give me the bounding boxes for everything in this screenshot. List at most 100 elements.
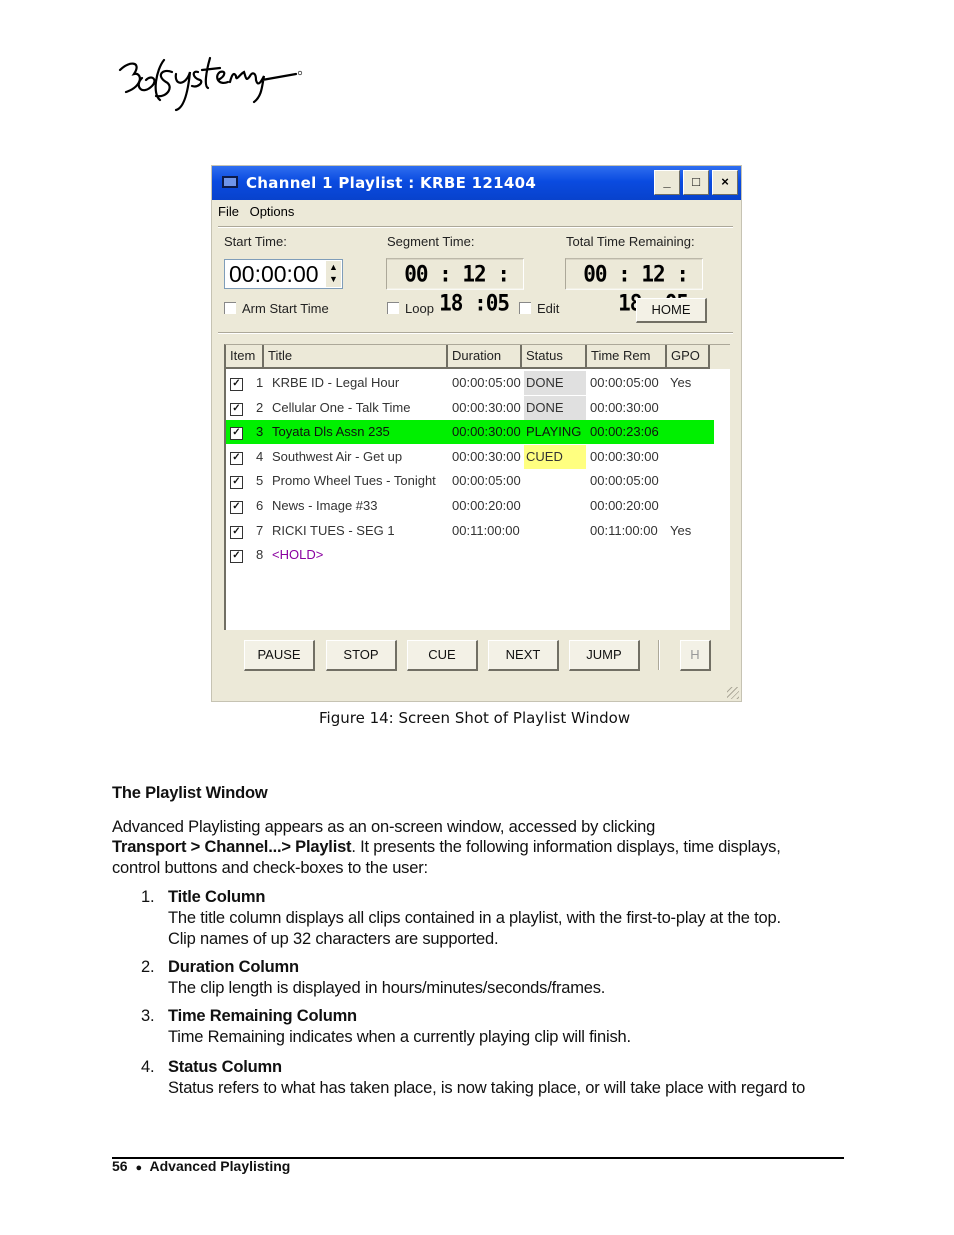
checkbox-checked-icon[interactable]: ✓ xyxy=(230,402,243,416)
pause-button[interactable]: PAUSE xyxy=(244,640,315,671)
edit-label: Edit xyxy=(537,301,560,316)
clip-time-remaining: 00:00:05:00 xyxy=(590,375,659,390)
clip-status xyxy=(524,519,586,543)
table-row[interactable]: ✓ 7 RICKI TUES - SEG 1 00:11:00:00 00:11:00:… xyxy=(226,519,714,543)
clip-time-remaining: 00:00:30:00 xyxy=(590,399,659,415)
list-item-text: Status refers to what has taken place, i… xyxy=(168,1079,806,1097)
intro-line-3: control buttons and check-boxes to the u… xyxy=(112,859,428,877)
bullet-icon: ● xyxy=(135,1162,143,1174)
home-button[interactable]: HOME xyxy=(636,298,707,323)
next-button[interactable]: NEXT xyxy=(488,640,559,671)
checkbox-checked-icon[interactable]: ✓ xyxy=(230,525,243,539)
stop-button[interactable]: STOP xyxy=(326,640,397,671)
start-time-spinner[interactable]: 00:00:00 ▲ ▼ xyxy=(224,259,343,289)
arm-start-time-label: Arm Start Time xyxy=(242,301,329,316)
checkbox-checked-icon[interactable]: ✓ xyxy=(230,550,243,564)
table-row[interactable]: ✓ 5 Promo Wheel Tues - Tonight 00:00:05:00 0… xyxy=(226,469,714,493)
clip-title: Toyata Dls Assn 235 xyxy=(272,424,390,440)
list-number: 4. xyxy=(141,1058,155,1076)
list-item-text: Clip names of up 32 characters are suppo… xyxy=(168,930,499,948)
list-number: 2. xyxy=(141,958,155,976)
clip-duration: 00:00:20:00 xyxy=(452,498,521,513)
list-item-text: Time Remaining indicates when a currentl… xyxy=(168,1028,631,1046)
item-number: 4 xyxy=(256,448,264,464)
checkbox-unchecked-icon[interactable] xyxy=(387,302,399,314)
column-header-item[interactable]: Item xyxy=(226,345,264,369)
clip-time-remaining: 00:00:05:00 xyxy=(590,473,659,489)
column-header-time-rem[interactable]: Time Rem xyxy=(587,345,667,369)
clip-status xyxy=(524,469,586,493)
menu-bar: File Options xyxy=(218,204,301,219)
column-header-status[interactable]: Status xyxy=(522,345,587,369)
loop-checkbox[interactable]: Loop xyxy=(387,301,434,316)
title-bar[interactable]: Channel 1 Playlist : KRBE 121404 _ □ × xyxy=(212,166,741,200)
intro-line-1: Advanced Playlisting appears as an on-sc… xyxy=(112,818,656,836)
edit-checkbox[interactable]: Edit xyxy=(519,301,559,316)
playlist-table[interactable]: Item Title Duration Status Time Rem GPO … xyxy=(224,344,730,630)
checkbox-unchecked-icon[interactable] xyxy=(519,302,531,314)
total-time-remaining-display: 00 : 12 : 18 :05 xyxy=(565,258,703,316)
menu-divider xyxy=(218,226,733,228)
checkbox-unchecked-icon[interactable] xyxy=(224,302,236,314)
clip-title: Southwest Air - Get up xyxy=(272,448,403,464)
segment-time-label: Segment Time: xyxy=(387,234,475,249)
table-row[interactable]: ✓ 4 Southwest Air - Get up 00:00:30:00 CUED 0… xyxy=(226,444,714,469)
checkbox-checked-icon[interactable]: ✓ xyxy=(230,451,243,465)
clip-title: <HOLD> xyxy=(272,547,324,563)
item-number: 8 xyxy=(256,547,264,563)
start-time-value[interactable]: 00:00:00 xyxy=(229,261,319,288)
logo-script-icon xyxy=(118,56,303,112)
clip-duration: 00:00:30:00 xyxy=(452,399,521,415)
spinner-arrows[interactable]: ▲ ▼ xyxy=(326,261,341,287)
checkbox-checked-icon[interactable]: ✓ xyxy=(230,427,243,441)
clip-title: RICKI TUES - SEG 1 xyxy=(272,522,395,538)
total-time-remaining-label: Total Time Remaining: xyxy=(566,234,695,249)
close-button[interactable]: × xyxy=(712,170,738,195)
column-header-gpo[interactable]: GPO xyxy=(667,345,710,369)
playlist-window: Channel 1 Playlist : KRBE 121404 _ □ × F… xyxy=(211,165,742,702)
section-name: Advanced Playlisting xyxy=(149,1158,291,1174)
h-button[interactable]: H xyxy=(680,640,711,671)
menu-options[interactable]: Options xyxy=(250,204,295,219)
column-header-duration[interactable]: Duration xyxy=(448,345,522,369)
table-row[interactable]: ✓ 1 KRBE ID - Legal Hour 00:00:05:00 DONE 00:… xyxy=(226,371,714,395)
resize-grip-icon[interactable] xyxy=(727,687,739,699)
clip-status xyxy=(524,494,586,518)
clip-gpo: Yes xyxy=(670,522,692,538)
maximize-button[interactable]: □ xyxy=(683,170,709,195)
segment-time-display: 00 : 12 : 18 :05 xyxy=(386,258,524,316)
menu-path: Transport > Channel...> Playlist xyxy=(112,838,352,856)
clip-duration: 00:11:00:00 xyxy=(452,522,520,538)
clip-title: News - Image #33 xyxy=(272,498,378,513)
column-header-title[interactable]: Title xyxy=(264,345,448,369)
clip-duration: 00:00:30:00 xyxy=(452,448,521,464)
clip-status: DONE xyxy=(524,371,586,395)
table-row[interactable]: ✓ 8 <HOLD> xyxy=(226,543,714,567)
360-systems-logo xyxy=(112,52,307,114)
item-number: 2 xyxy=(256,399,264,415)
table-row[interactable]: ✓ 6 News - Image #33 00:00:20:00 00:00:20:00 xyxy=(226,494,714,518)
minimize-button[interactable]: _ xyxy=(654,170,680,195)
list-item-text: The clip length is displayed in hours/mi… xyxy=(168,979,606,997)
menu-file[interactable]: File xyxy=(218,204,239,219)
table-header: Item Title Duration Status Time Rem GPO xyxy=(226,345,730,369)
table-row[interactable]: ✓ 3 Toyata Dls Assn 235 00:00:30:00 PLAYING 0… xyxy=(226,420,714,445)
jump-button[interactable]: JUMP xyxy=(569,640,640,671)
arm-start-time-checkbox[interactable]: Arm Start Time xyxy=(224,301,329,316)
list-item-text: The title column displays all clips cont… xyxy=(168,909,781,927)
clip-time-remaining: 00:00:20:00 xyxy=(590,498,659,513)
page-footer: 56 ● Advanced Playlisting xyxy=(112,1158,290,1174)
button-divider xyxy=(658,640,660,670)
spin-up-icon[interactable]: ▲ xyxy=(326,261,341,273)
clip-status: DONE xyxy=(524,395,586,420)
item-number: 5 xyxy=(256,473,264,489)
item-number: 6 xyxy=(256,498,264,513)
table-row[interactable]: ✓ 2 Cellular One - Talk Time 00:00:30:00 DON… xyxy=(226,395,714,420)
cue-button[interactable]: CUE xyxy=(407,640,478,671)
checkbox-checked-icon[interactable]: ✓ xyxy=(230,501,243,514)
spin-down-icon[interactable]: ▼ xyxy=(326,273,341,285)
checkbox-checked-icon[interactable]: ✓ xyxy=(230,476,243,490)
loop-label: Loop xyxy=(405,301,434,316)
checkbox-checked-icon[interactable]: ✓ xyxy=(230,378,243,391)
list-item-title: Status Column xyxy=(168,1058,282,1076)
